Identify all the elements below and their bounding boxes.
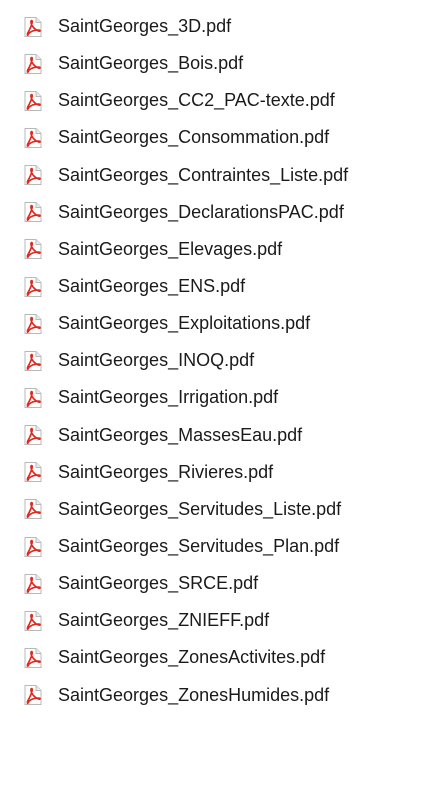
file-item[interactable]: SaintGeorges_ZNIEFF.pdf [0, 602, 427, 639]
file-item[interactable]: SaintGeorges_DeclarationsPAC.pdf [0, 194, 427, 231]
file-item[interactable]: SaintGeorges_ENS.pdf [0, 268, 427, 305]
pdf-file-icon [22, 610, 44, 632]
pdf-file-icon [22, 350, 44, 372]
file-name: SaintGeorges_Irrigation.pdf [58, 387, 279, 408]
file-item[interactable]: SaintGeorges_Servitudes_Liste.pdf [0, 491, 427, 528]
file-name: SaintGeorges_Servitudes_Liste.pdf [58, 498, 342, 519]
file-name: SaintGeorges_Elevages.pdf [58, 238, 283, 259]
pdf-file-icon [22, 164, 44, 186]
file-item[interactable]: SaintGeorges_CC2_PAC-texte.pdf [0, 82, 427, 119]
file-name: SaintGeorges_Bois.pdf [58, 53, 244, 74]
file-item[interactable]: SaintGeorges_3D.pdf [0, 8, 427, 45]
file-item[interactable]: SaintGeorges_MassesEau.pdf [0, 417, 427, 454]
file-item[interactable]: SaintGeorges_Consommation.pdf [0, 119, 427, 156]
file-name: SaintGeorges_CC2_PAC-texte.pdf [58, 90, 335, 111]
file-name: SaintGeorges_Rivieres.pdf [58, 461, 274, 482]
pdf-file-icon [22, 647, 44, 669]
file-name: SaintGeorges_Contraintes_Liste.pdf [58, 164, 349, 185]
pdf-file-icon [22, 90, 44, 112]
pdf-file-icon [22, 53, 44, 75]
file-item[interactable]: SaintGeorges_Bois.pdf [0, 45, 427, 82]
pdf-file-icon [22, 127, 44, 149]
pdf-file-icon [22, 238, 44, 260]
pdf-file-icon [22, 684, 44, 706]
pdf-file-icon [22, 573, 44, 595]
file-name: SaintGeorges_Servitudes_Plan.pdf [58, 536, 340, 557]
file-name: SaintGeorges_ZonesHumides.pdf [58, 684, 330, 705]
file-name: SaintGeorges_Exploitations.pdf [58, 313, 311, 334]
file-item[interactable]: SaintGeorges_Exploitations.pdf [0, 305, 427, 342]
pdf-file-icon [22, 276, 44, 298]
file-item[interactable]: SaintGeorges_Rivieres.pdf [0, 454, 427, 491]
pdf-file-icon [22, 313, 44, 335]
file-item[interactable]: SaintGeorges_INOQ.pdf [0, 342, 427, 379]
file-name: SaintGeorges_SRCE.pdf [58, 573, 259, 594]
file-name: SaintGeorges_ZNIEFF.pdf [58, 610, 270, 631]
pdf-file-icon [22, 16, 44, 38]
file-item[interactable]: SaintGeorges_ZonesHumides.pdf [0, 677, 427, 714]
file-name: SaintGeorges_Consommation.pdf [58, 127, 330, 148]
file-item[interactable]: SaintGeorges_ZonesActivites.pdf [0, 639, 427, 676]
pdf-file-icon [22, 424, 44, 446]
pdf-file-icon [22, 387, 44, 409]
file-name: SaintGeorges_ZonesActivites.pdf [58, 647, 326, 668]
file-name: SaintGeorges_DeclarationsPAC.pdf [58, 201, 344, 222]
file-item[interactable]: SaintGeorges_Contraintes_Liste.pdf [0, 157, 427, 194]
file-item[interactable]: SaintGeorges_Servitudes_Plan.pdf [0, 528, 427, 565]
file-list: SaintGeorges_3D.pdf SaintGeorges_Bois.pd… [0, 8, 427, 714]
file-item[interactable]: SaintGeorges_Elevages.pdf [0, 231, 427, 268]
file-name: SaintGeorges_INOQ.pdf [58, 350, 255, 371]
file-name: SaintGeorges_ENS.pdf [58, 276, 246, 297]
pdf-file-icon [22, 201, 44, 223]
file-item[interactable]: SaintGeorges_SRCE.pdf [0, 565, 427, 602]
pdf-file-icon [22, 536, 44, 558]
file-item[interactable]: SaintGeorges_Irrigation.pdf [0, 379, 427, 416]
pdf-file-icon [22, 461, 44, 483]
pdf-file-icon [22, 498, 44, 520]
file-name: SaintGeorges_MassesEau.pdf [58, 424, 303, 445]
file-name: SaintGeorges_3D.pdf [58, 16, 232, 37]
